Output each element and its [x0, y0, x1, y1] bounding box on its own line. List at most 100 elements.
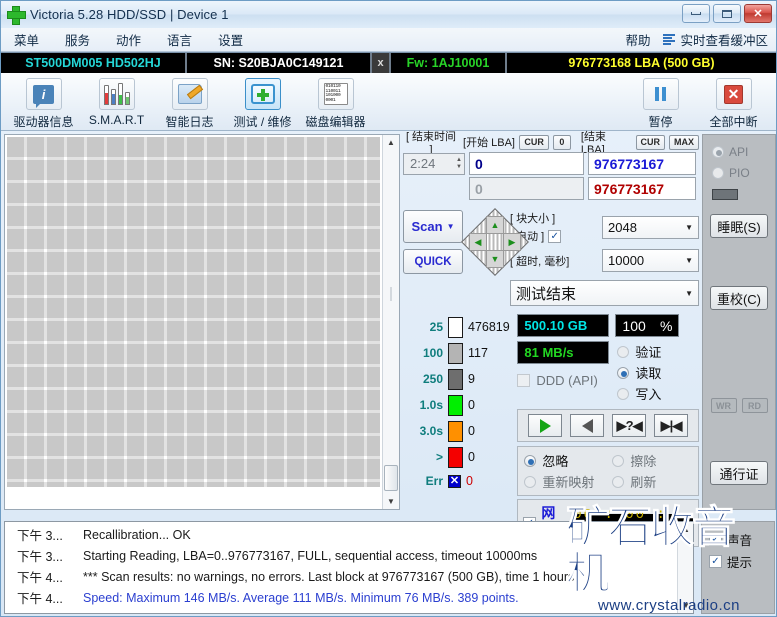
menu-item-language[interactable]: 语言 — [154, 27, 205, 52]
buffer-view-control[interactable]: 实时查看缓冲区 — [663, 30, 776, 49]
tool-smart[interactable]: S.M.A.R.T — [80, 76, 153, 127]
start-lba-zero-button[interactable]: 0 — [552, 134, 571, 150]
direction-pad[interactable]: ▲ ▼ ◀ ▶ — [461, 208, 529, 276]
menu-item-settings[interactable]: 设置 — [205, 27, 256, 52]
verify-radio[interactable] — [617, 345, 630, 358]
ddd-api-option[interactable]: DDD (API) — [517, 370, 609, 391]
scroll-up-icon[interactable]: ▲ — [384, 135, 399, 150]
grade-row: > 0 — [413, 444, 517, 470]
action-ignore[interactable]: 忽略 — [524, 450, 612, 471]
scan-map-grid[interactable] — [7, 137, 380, 507]
smart-icon-frame — [98, 78, 135, 110]
timeout-select[interactable]: 10000 ▼ — [602, 249, 699, 272]
tool-pause[interactable]: 暂停 — [624, 76, 697, 130]
erase-radio[interactable] — [612, 454, 625, 467]
menu-item-service[interactable]: 服务 — [52, 27, 103, 52]
log-scroll-up-icon[interactable]: ▲ — [682, 525, 690, 534]
action-erase[interactable]: 擦除 — [612, 450, 656, 471]
buffer-view-label: 实时查看缓冲区 — [680, 34, 768, 48]
sound-option[interactable]: ✓ 声音 — [709, 528, 774, 550]
log-scrollbar[interactable]: ▲ ▼ — [677, 522, 693, 613]
grade-row: 250 9 — [413, 366, 517, 392]
close-icon: ✕ — [753, 8, 763, 20]
quick-button[interactable]: QUICK — [403, 249, 463, 274]
hint-option[interactable]: ✓ 提示 — [709, 550, 774, 572]
refresh-radio[interactable] — [612, 475, 625, 488]
close-button[interactable]: ✕ — [744, 4, 772, 23]
action-remap[interactable]: 重新映射 — [524, 471, 612, 492]
dpad-left-button[interactable]: ◀ — [469, 233, 487, 251]
chevron-down-icon: ▼ — [446, 222, 455, 231]
auto-checkbox[interactable]: ✓ — [548, 229, 562, 243]
action-erase-label: 擦除 — [630, 454, 657, 469]
minimize-button[interactable] — [682, 4, 710, 23]
start-lba-input[interactable]: 0 — [469, 152, 584, 175]
tool-smart-log[interactable]: 智能日志 — [153, 76, 226, 130]
menu-item-main[interactable]: 菜单 — [1, 27, 52, 52]
end-lba-cur-button[interactable]: CUR — [635, 134, 665, 150]
read-radio[interactable] — [617, 366, 630, 379]
scan-button[interactable]: Scan ▼ — [403, 210, 463, 243]
play-backward-button[interactable] — [570, 414, 605, 437]
wr-button[interactable]: WR — [710, 398, 737, 413]
dpad-up-button[interactable]: ▲ — [486, 216, 504, 234]
seek-end-button[interactable]: ▶|◀ — [654, 414, 689, 437]
post-action-select[interactable]: 测试结束 ▼ — [510, 280, 699, 306]
action-refresh[interactable]: 刷新 — [612, 471, 656, 492]
tool-stop-all[interactable]: ✕ 全部中断 — [697, 76, 770, 130]
grade-row: 100 117 — [413, 340, 517, 366]
dpad-right-button[interactable]: ▶ — [503, 233, 521, 251]
passport-button[interactable]: 通行证 — [710, 461, 768, 485]
ignore-radio[interactable] — [524, 454, 537, 467]
map-vertical-scrollbar[interactable]: ▲ ▼ — [382, 135, 399, 509]
hint-checkbox[interactable]: ✓ — [709, 554, 722, 568]
pio-radio[interactable] — [712, 166, 724, 179]
end-time-spinner[interactable]: 2:24 ▲ ▼ — [403, 152, 465, 175]
maximize-button[interactable] — [713, 4, 741, 23]
log-table[interactable]: 下午 3... Recallibration... OK 下午 3... Sta… — [5, 522, 677, 613]
log-scroll-down-icon[interactable]: ▼ — [682, 601, 690, 610]
menu-item-help[interactable]: 帮助 — [612, 27, 663, 52]
grade-row: 3.0s 0 — [413, 418, 517, 444]
rd-button[interactable]: RD — [741, 398, 768, 413]
sound-checkbox[interactable]: ✓ — [709, 532, 722, 546]
tool-test-repair[interactable]: 测试 / 维修 — [226, 76, 299, 130]
chevron-down-icon: ▼ — [685, 288, 693, 298]
end-lba-current: 976773167 — [588, 177, 696, 200]
api-radio[interactable] — [712, 145, 724, 158]
menu-bar: 菜单 服务 动作 语言 设置 帮助 实时查看缓冲区 — [1, 28, 776, 52]
remap-radio[interactable] — [524, 475, 537, 488]
pio-option[interactable]: PIO — [703, 162, 775, 183]
grid-bottom-mask — [7, 487, 380, 507]
end-lba-input[interactable]: 976773167 — [588, 152, 696, 175]
sleep-button[interactable]: 睡眠(S) — [710, 214, 768, 238]
end-lba-max-button[interactable]: MAX — [669, 134, 699, 150]
grade-threshold: 100 — [422, 346, 443, 360]
tool-drive-info[interactable]: i 驱动器信息 — [7, 76, 80, 130]
mode-write[interactable]: 写入 — [617, 383, 661, 404]
spinner-arrows-icon[interactable]: ▲ ▼ — [456, 157, 462, 170]
chevron-down-icon: ▼ — [685, 256, 693, 265]
scroll-down-icon[interactable]: ▼ — [384, 494, 399, 509]
grade-count: 0 — [468, 398, 475, 412]
play-forward-button[interactable] — [528, 414, 563, 437]
log-time: 下午 3... — [17, 550, 63, 564]
log-message: Starting Reading, LBA=0..976773167, FULL… — [83, 548, 538, 563]
log-time: 下午 3... — [17, 529, 63, 543]
api-option[interactable]: API — [703, 141, 775, 162]
dpad-down-button[interactable]: ▼ — [486, 250, 504, 268]
start-lba-cur-button[interactable]: CUR — [519, 134, 549, 150]
mode-read[interactable]: 读取 — [617, 362, 661, 383]
sleep-button-label: 睡眠(S) — [717, 219, 761, 235]
block-size-select[interactable]: 2048 ▼ — [602, 215, 699, 239]
speed-lcd: 81 MB/s — [517, 341, 610, 364]
drive-x-badge[interactable]: x — [372, 53, 391, 73]
seek-question-button[interactable]: ▶?◀ — [612, 414, 647, 437]
ddd-api-checkbox[interactable] — [517, 374, 531, 387]
tool-disk-editor[interactable]: 010110 110011 101000 0001 磁盘编辑器 — [299, 76, 372, 130]
write-radio[interactable] — [617, 387, 630, 400]
mode-verify[interactable]: 验证 — [617, 341, 661, 362]
menu-item-action[interactable]: 动作 — [103, 27, 154, 52]
recalibrate-button[interactable]: 重校(C) — [710, 286, 768, 310]
scroll-thumb[interactable] — [384, 465, 398, 491]
